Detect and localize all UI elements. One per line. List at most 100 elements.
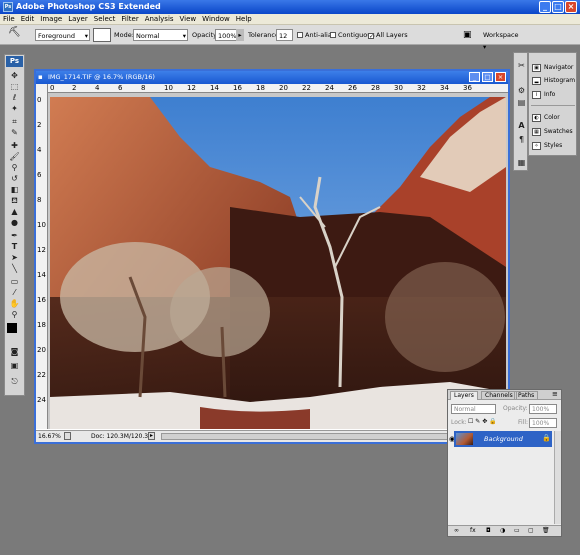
all-layers-checkbox[interactable]: ✓ All Layers <box>368 29 408 41</box>
minimize-button[interactable]: _ <box>539 1 551 13</box>
brush-tool-icon[interactable]: 🖌 <box>8 152 21 162</box>
opacity-slider-arrow-icon[interactable]: ▸ <box>236 29 244 41</box>
ruler-tick-label: 14 <box>210 84 219 92</box>
type-tool-icon[interactable]: T <box>8 242 21 252</box>
chevron-down-icon: ▾ <box>84 32 88 40</box>
menu-window[interactable]: Window <box>202 15 230 23</box>
menu-file[interactable]: File <box>3 15 15 23</box>
histogram-icon: ▂ <box>532 77 541 85</box>
brushes-panel-icon[interactable]: ✂ <box>515 61 528 71</box>
path-selection-icon[interactable]: ➤ <box>8 253 21 263</box>
navigator-panel-tab[interactable]: ▣ Navigator <box>531 62 577 74</box>
layer-comps-icon[interactable]: ▤ <box>515 98 528 108</box>
menu-help[interactable]: Help <box>236 15 252 23</box>
menu-view[interactable]: View <box>180 15 197 23</box>
tool-presets-icon[interactable]: ⚙ <box>515 86 528 96</box>
palette-well-icon[interactable]: ▣ <box>463 29 472 41</box>
info-panel-tab[interactable]: i Info <box>531 89 577 101</box>
document-icon: ▪ <box>38 73 43 81</box>
styles-panel-tab[interactable]: ✧ Styles <box>531 140 577 152</box>
menu-filter[interactable]: Filter <box>121 15 138 23</box>
zoom-level[interactable]: 16.67% <box>38 431 61 442</box>
layers-panel-footer: ∞ fx ◘ ◑ ▭ ▢ 🗑 <box>448 525 561 536</box>
new-group-icon[interactable]: ▭ <box>514 526 520 536</box>
marquee-tool-icon[interactable]: ⬚ <box>8 82 21 92</box>
layer-mask-icon[interactable]: ◘ <box>486 526 491 536</box>
lasso-tool-icon[interactable]: ℓ <box>8 93 21 103</box>
eraser-tool-icon[interactable]: ◧ <box>8 185 21 195</box>
menu-analysis[interactable]: Analysis <box>145 15 174 23</box>
slice-tool-icon[interactable]: ✎ <box>8 128 21 138</box>
character-panel-icon[interactable]: A <box>515 121 528 131</box>
actions-panel-icon[interactable]: ▦ <box>515 158 528 168</box>
zoom-tool-icon[interactable]: ⚲ <box>8 310 21 320</box>
layer-style-icon[interactable]: fx <box>470 526 476 536</box>
info-label: Info <box>544 91 556 98</box>
eyedropper-tool-icon[interactable]: ⁄ <box>8 288 21 298</box>
canyon-photo[interactable] <box>50 97 506 429</box>
close-button[interactable]: × <box>565 1 577 13</box>
layers-scrollbar[interactable] <box>554 431 561 524</box>
horizontal-scrollbar[interactable] <box>161 433 491 440</box>
ruler-tick-label: 14 <box>37 271 46 279</box>
menu-select[interactable]: Select <box>94 15 116 23</box>
foreground-color-swatch[interactable] <box>7 323 17 333</box>
doc-close-button[interactable]: × <box>495 72 506 82</box>
notes-tool-icon[interactable]: ▭ <box>8 277 21 287</box>
magic-wand-tool-icon[interactable]: ✦ <box>8 104 21 114</box>
ruler-tick-label: 8 <box>37 196 42 204</box>
dodge-tool-icon[interactable]: ● <box>8 218 21 228</box>
menu-image[interactable]: Image <box>40 15 62 23</box>
doc-minimize-button[interactable]: _ <box>469 72 480 82</box>
link-layers-icon[interactable]: ∞ <box>454 526 459 536</box>
tab-layers[interactable]: Layers <box>450 391 478 400</box>
pattern-picker[interactable] <box>93 28 111 42</box>
blur-tool-icon[interactable]: ▲ <box>8 207 21 217</box>
menu-layer[interactable]: Layer <box>68 15 88 23</box>
ruler-tick-label: 18 <box>37 321 46 329</box>
status-arrow-icon[interactable]: ▸ <box>148 432 155 440</box>
adjustment-layer-icon[interactable]: ◑ <box>500 526 505 536</box>
clone-stamp-icon[interactable]: ⚲ <box>8 163 21 173</box>
blend-mode-select[interactable]: Normal <box>451 404 496 414</box>
mode-select[interactable]: Normal ▾ <box>133 29 188 41</box>
hand-tool-icon[interactable]: ✋ <box>8 299 21 309</box>
layer-opacity-label: Opacity: <box>503 405 528 412</box>
healing-brush-icon[interactable]: ✚ <box>8 141 21 151</box>
pen-tool-icon[interactable]: ✒ <box>8 231 21 241</box>
menu-edit[interactable]: Edit <box>21 15 35 23</box>
paint-bucket-icon[interactable]: ⛾ <box>8 196 21 206</box>
options-bar: ⛏ Foreground ▾ Mode: Normal ▾ Opacity: 100… <box>0 25 580 51</box>
shape-tool-icon[interactable]: ╲ <box>8 264 21 274</box>
workspace-label: Workspace <box>483 31 519 39</box>
lock-icons[interactable]: ☐ ✎ ✥ 🔒 <box>468 418 497 425</box>
tab-paths[interactable]: Paths <box>514 391 539 400</box>
workspace-button[interactable]: Workspace ▾ <box>483 29 523 51</box>
doc-maximize-button[interactable]: □ <box>482 72 493 82</box>
new-layer-icon[interactable]: ▢ <box>528 526 534 536</box>
move-tool-icon[interactable]: ✥ <box>8 71 21 81</box>
edit-in-imageready-icon[interactable]: ⎋ <box>8 377 21 387</box>
panel-menu-icon[interactable]: ≡ <box>552 390 558 398</box>
tolerance-input[interactable]: 12 <box>276 29 293 41</box>
maximize-button[interactable]: □ <box>552 1 564 13</box>
histogram-panel-tab[interactable]: ▂ Histogram <box>531 75 577 87</box>
ps-logo[interactable]: Ps <box>6 56 23 67</box>
crop-tool-icon[interactable]: ⌗ <box>8 117 21 127</box>
tab-channels[interactable]: Channels <box>481 391 517 400</box>
screen-mode-icon[interactable]: ▣ <box>8 361 21 371</box>
trash-icon[interactable]: 🗑 <box>542 526 550 536</box>
blend-mode-value: Normal <box>454 406 476 413</box>
ruler-tick-label: 2 <box>37 121 42 129</box>
status-menu-icon[interactable] <box>64 432 71 440</box>
swatches-panel-tab[interactable]: ▦ Swatches <box>531 126 577 138</box>
history-brush-icon[interactable]: ↺ <box>8 174 21 184</box>
paint-bucket-tool-icon[interactable]: ⛏ <box>8 27 21 39</box>
color-panel-tab[interactable]: ◐ Color <box>531 112 577 124</box>
paragraph-panel-icon[interactable]: ¶ <box>515 135 528 145</box>
fill-input[interactable]: 100% <box>529 418 557 428</box>
layer-opacity-input[interactable]: 100% <box>529 404 557 414</box>
quick-mask-icon[interactable]: ◙ <box>8 347 21 357</box>
layer-row[interactable]: Background 🔒 <box>454 431 552 447</box>
fill-source-select[interactable]: Foreground ▾ <box>35 29 90 41</box>
